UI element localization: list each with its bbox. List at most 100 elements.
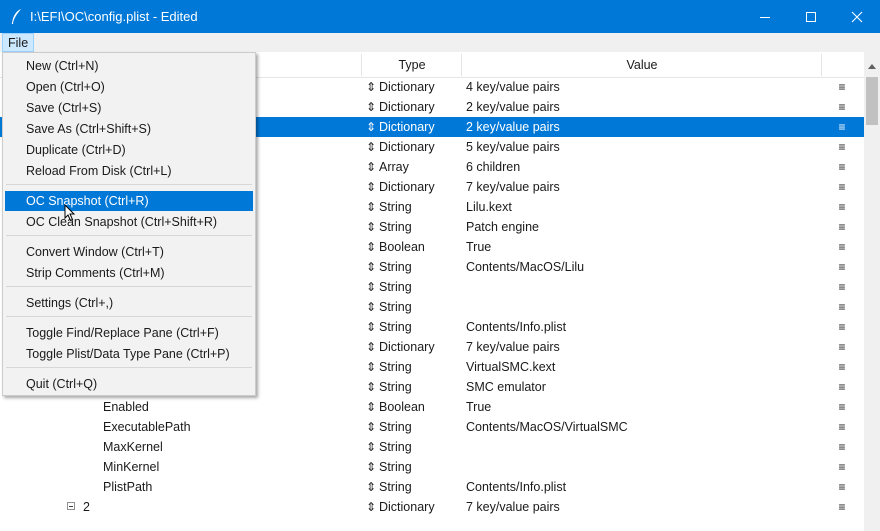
row-type[interactable]: Dictionary xyxy=(379,497,435,517)
row-type[interactable]: String xyxy=(379,297,412,317)
type-toggle-icon[interactable]: ⇕ xyxy=(366,257,376,277)
type-toggle-icon[interactable]: ⇕ xyxy=(366,137,376,157)
collapse-icon[interactable] xyxy=(67,502,75,510)
minimize-button[interactable] xyxy=(742,0,788,33)
row-type[interactable]: Dictionary xyxy=(379,137,435,157)
drag-handle-icon[interactable]: ≡ xyxy=(837,277,847,297)
type-toggle-icon[interactable]: ⇕ xyxy=(366,377,376,397)
row-value[interactable]: Contents/Info.plist xyxy=(466,477,566,497)
menu-item-convert-window[interactable]: Convert Window (Ctrl+T) xyxy=(5,242,253,262)
type-toggle-icon[interactable]: ⇕ xyxy=(366,337,376,357)
drag-handle-icon[interactable]: ≡ xyxy=(837,137,847,157)
menu-item-oc-clean-snapshot[interactable]: OC Clean Snapshot (Ctrl+Shift+R) xyxy=(5,212,253,232)
drag-handle-icon[interactable]: ≡ xyxy=(837,477,847,497)
tree-row[interactable]: Enabled ⇕ Boolean True ≡ xyxy=(0,397,864,417)
row-value[interactable]: 5 key/value pairs xyxy=(466,137,560,157)
row-value[interactable]: Lilu.kext xyxy=(466,197,512,217)
row-value[interactable]: 7 key/value pairs xyxy=(466,177,560,197)
type-toggle-icon[interactable]: ⇕ xyxy=(366,77,376,97)
menu-item-toggle-find-replace[interactable]: Toggle Find/Replace Pane (Ctrl+F) xyxy=(5,323,253,343)
drag-handle-icon[interactable]: ≡ xyxy=(837,217,847,237)
row-value[interactable]: 7 key/value pairs xyxy=(466,497,560,517)
menu-file[interactable]: File xyxy=(2,33,35,52)
menu-item-oc-snapshot[interactable]: OC Snapshot (Ctrl+R) xyxy=(5,191,253,211)
drag-handle-icon[interactable]: ≡ xyxy=(837,497,847,517)
row-type[interactable]: Boolean xyxy=(379,237,425,257)
row-value[interactable]: 6 children xyxy=(466,157,520,177)
type-toggle-icon[interactable]: ⇕ xyxy=(366,217,376,237)
drag-handle-icon[interactable]: ≡ xyxy=(837,317,847,337)
type-toggle-icon[interactable]: ⇕ xyxy=(366,297,376,317)
menu-item-reload[interactable]: Reload From Disk (Ctrl+L) xyxy=(5,161,253,181)
row-type[interactable]: String xyxy=(379,377,412,397)
menu-item-save[interactable]: Save (Ctrl+S) xyxy=(5,98,253,118)
row-value[interactable]: True xyxy=(466,397,491,417)
type-toggle-icon[interactable]: ⇕ xyxy=(366,157,376,177)
type-toggle-icon[interactable]: ⇕ xyxy=(366,277,376,297)
row-type[interactable]: Dictionary xyxy=(379,337,435,357)
tree-row[interactable]: ExecutablePath ⇕ String Contents/MacOS/V… xyxy=(0,417,864,437)
drag-handle-icon[interactable]: ≡ xyxy=(837,157,847,177)
type-toggle-icon[interactable]: ⇕ xyxy=(366,237,376,257)
row-type[interactable]: Dictionary xyxy=(379,177,435,197)
drag-handle-icon[interactable]: ≡ xyxy=(837,397,847,417)
type-toggle-icon[interactable]: ⇕ xyxy=(366,177,376,197)
tree-row[interactable]: PlistPath ⇕ String Contents/Info.plist ≡ xyxy=(0,477,864,497)
row-value[interactable]: 7 key/value pairs xyxy=(466,337,560,357)
type-toggle-icon[interactable]: ⇕ xyxy=(366,477,376,497)
row-value[interactable]: True xyxy=(466,237,491,257)
menu-item-toggle-plist-data-type[interactable]: Toggle Plist/Data Type Pane (Ctrl+P) xyxy=(5,344,253,364)
row-value[interactable]: Contents/MacOS/Lilu xyxy=(466,257,584,277)
row-value[interactable]: SMC emulator xyxy=(466,377,546,397)
title-bar[interactable]: I:\EFI\OC\config.plist - Edited xyxy=(0,0,880,33)
tree-row[interactable]: MinKernel ⇕ String ≡ xyxy=(0,457,864,477)
row-type[interactable]: String xyxy=(379,257,412,277)
row-type[interactable]: Dictionary xyxy=(379,97,435,117)
row-type[interactable]: Dictionary xyxy=(379,117,435,137)
drag-handle-icon[interactable]: ≡ xyxy=(837,437,847,457)
type-toggle-icon[interactable]: ⇕ xyxy=(366,317,376,337)
drag-handle-icon[interactable]: ≡ xyxy=(837,117,847,137)
column-header-type[interactable]: Type xyxy=(362,52,462,77)
close-button[interactable] xyxy=(834,0,880,33)
tree-row[interactable]: 2 ⇕ Dictionary 7 key/value pairs ≡ xyxy=(0,497,864,517)
row-type[interactable]: String xyxy=(379,317,412,337)
row-type[interactable]: String xyxy=(379,197,412,217)
drag-handle-icon[interactable]: ≡ xyxy=(837,357,847,377)
type-toggle-icon[interactable]: ⇕ xyxy=(366,457,376,477)
row-value[interactable]: Patch engine xyxy=(466,217,539,237)
scroll-up-icon[interactable] xyxy=(868,64,876,69)
type-toggle-icon[interactable]: ⇕ xyxy=(366,417,376,437)
row-type[interactable]: String xyxy=(379,217,412,237)
menu-item-open[interactable]: Open (Ctrl+O) xyxy=(5,77,253,97)
drag-handle-icon[interactable]: ≡ xyxy=(837,237,847,257)
row-type[interactable]: Array xyxy=(379,157,409,177)
type-toggle-icon[interactable]: ⇕ xyxy=(366,397,376,417)
row-type[interactable]: String xyxy=(379,437,412,457)
type-toggle-icon[interactable]: ⇕ xyxy=(366,197,376,217)
drag-handle-icon[interactable]: ≡ xyxy=(837,417,847,437)
scrollbar-thumb[interactable] xyxy=(866,77,878,125)
type-toggle-icon[interactable]: ⇕ xyxy=(366,497,376,517)
type-toggle-icon[interactable]: ⇕ xyxy=(366,437,376,457)
column-separator[interactable] xyxy=(821,54,822,76)
type-toggle-icon[interactable]: ⇕ xyxy=(366,117,376,137)
row-type[interactable]: String xyxy=(379,457,412,477)
menu-item-strip-comments[interactable]: Strip Comments (Ctrl+M) xyxy=(5,263,253,283)
row-value[interactable]: Contents/Info.plist xyxy=(466,317,566,337)
type-toggle-icon[interactable]: ⇕ xyxy=(366,357,376,377)
maximize-button[interactable] xyxy=(788,0,834,33)
menu-item-save-as[interactable]: Save As (Ctrl+Shift+S) xyxy=(5,119,253,139)
drag-handle-icon[interactable]: ≡ xyxy=(837,257,847,277)
row-type[interactable]: String xyxy=(379,277,412,297)
column-header-value[interactable]: Value xyxy=(462,52,822,77)
row-type[interactable]: Dictionary xyxy=(379,77,435,97)
drag-handle-icon[interactable]: ≡ xyxy=(837,297,847,317)
tree-row[interactable]: MaxKernel ⇕ String ≡ xyxy=(0,437,864,457)
row-value[interactable]: 2 key/value pairs xyxy=(466,117,560,137)
menu-item-quit[interactable]: Quit (Ctrl+Q) xyxy=(5,374,253,394)
row-value[interactable]: 4 key/value pairs xyxy=(466,77,560,97)
vertical-scrollbar[interactable] xyxy=(864,52,880,531)
drag-handle-icon[interactable]: ≡ xyxy=(837,337,847,357)
type-toggle-icon[interactable]: ⇕ xyxy=(366,97,376,117)
